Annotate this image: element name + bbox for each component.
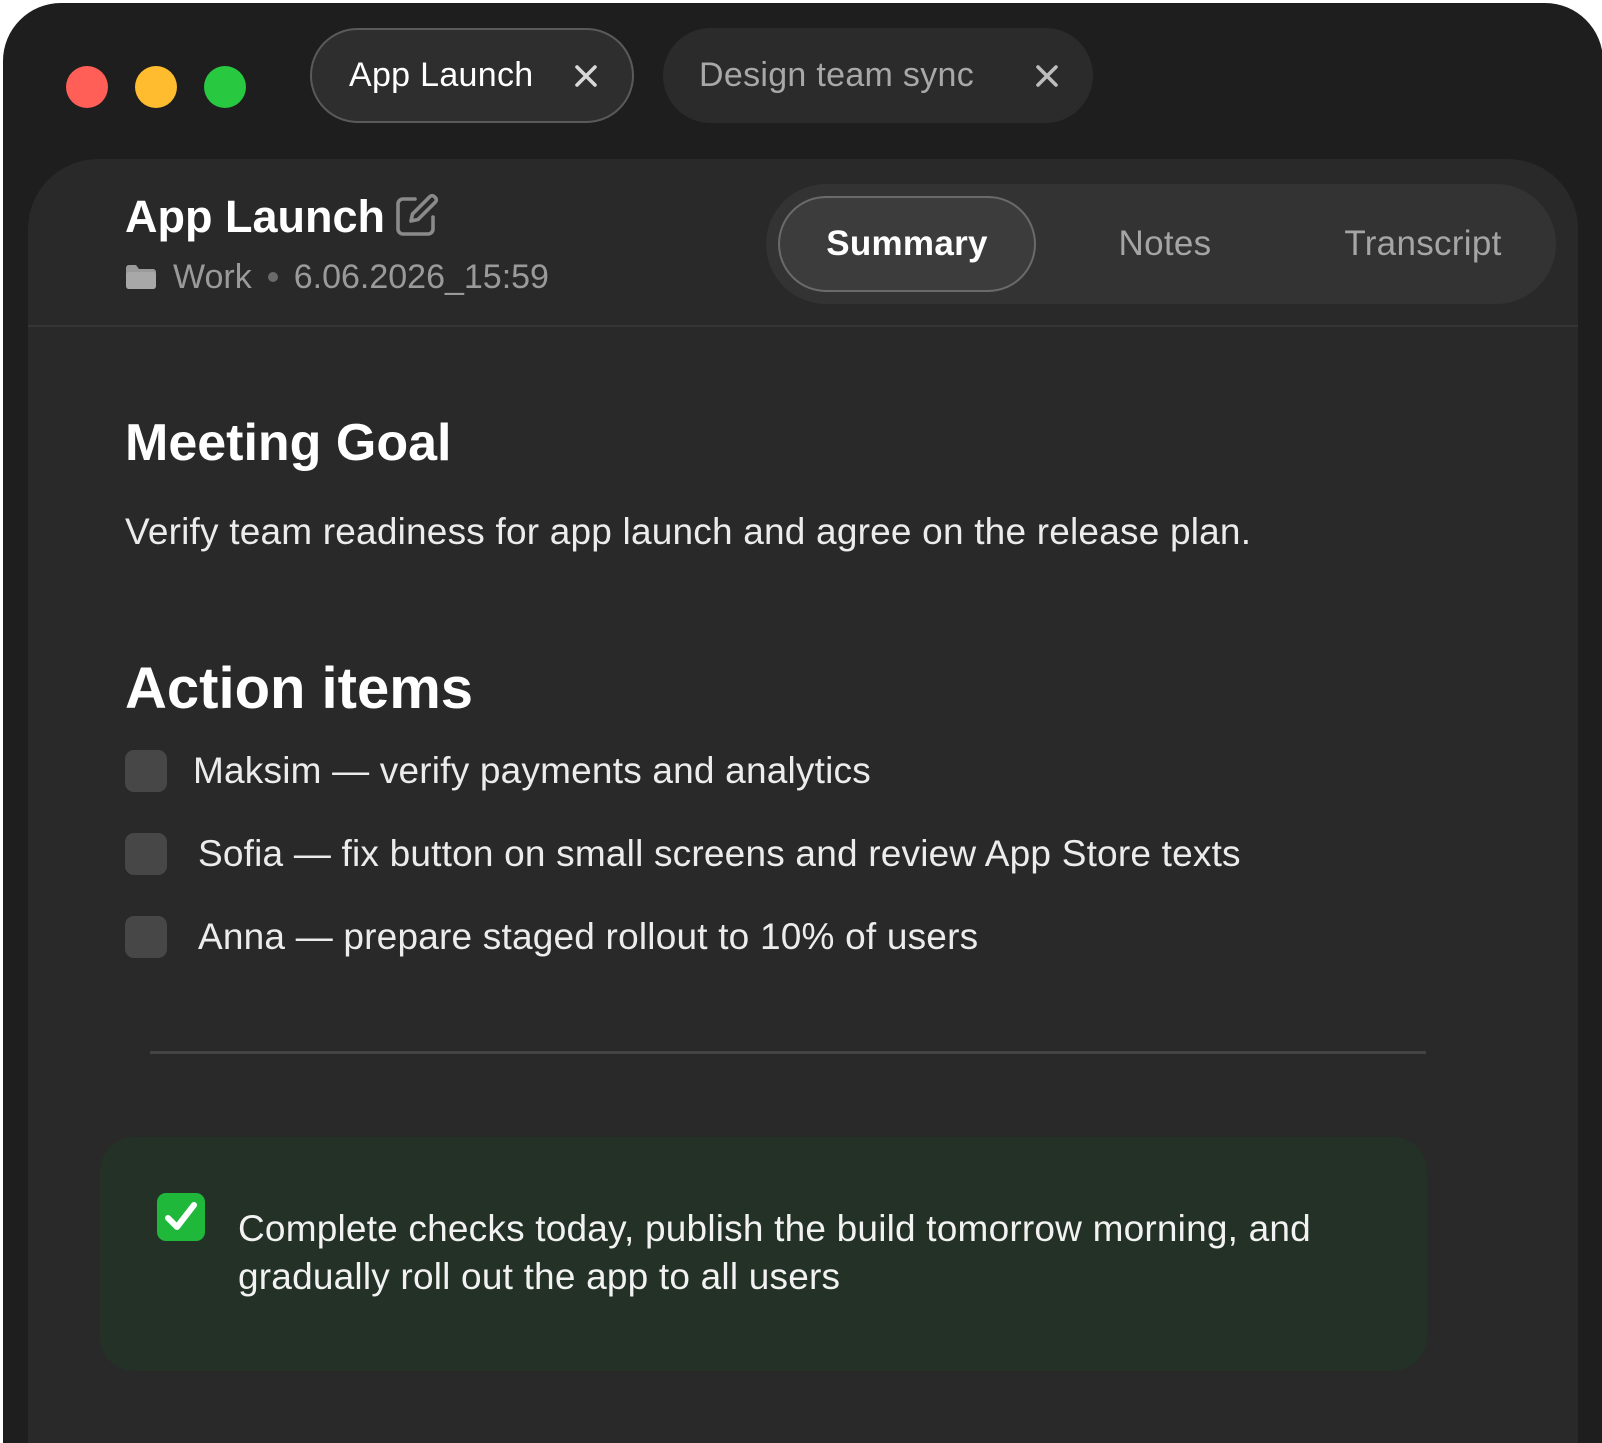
meeting-meta: Work 6.06.2026_15:59 xyxy=(125,255,549,299)
action-item: Sofia — fix button on small screens and … xyxy=(125,831,1241,877)
zoom-window-button[interactable] xyxy=(204,66,246,108)
action-item-label: Anna — prepare staged rollout to 10% of … xyxy=(198,916,979,957)
tab-transcript[interactable]: Transcript xyxy=(1294,196,1552,292)
folder-icon xyxy=(126,265,156,289)
tab-summary[interactable]: Summary xyxy=(778,196,1036,292)
meeting-timestamp: 6.06.2026_15:59 xyxy=(293,257,549,296)
tab-design-team-sync[interactable]: Design team sync xyxy=(663,28,1093,123)
check-mark-icon xyxy=(157,1193,205,1241)
summary-callout: Complete checks today, publish the build… xyxy=(100,1137,1427,1371)
app-window: App Launch Design team sync App Launch W… xyxy=(3,3,1602,1443)
action-item-checkbox[interactable] xyxy=(125,750,167,792)
view-segmented-control: Summary Notes Transcript xyxy=(766,184,1556,304)
close-tab-icon[interactable] xyxy=(572,62,600,90)
action-item-checkbox[interactable] xyxy=(125,833,167,875)
tab-app-launch[interactable]: App Launch xyxy=(310,28,634,123)
action-item-label: Maksim — verify payments and analytics xyxy=(193,750,871,791)
action-item: Anna — prepare staged rollout to 10% of … xyxy=(125,914,978,960)
folder-name: Work xyxy=(173,257,252,296)
action-item-checkbox[interactable] xyxy=(125,916,167,958)
meeting-goal-heading: Meeting Goal xyxy=(125,414,452,472)
meeting-goal-text: Verify team readiness for app launch and… xyxy=(125,511,1252,552)
close-tab-icon[interactable] xyxy=(1033,62,1061,90)
separator-dot xyxy=(267,272,278,282)
tab-notes[interactable]: Notes xyxy=(1036,196,1294,292)
header-divider xyxy=(28,325,1578,327)
edit-icon[interactable] xyxy=(391,191,441,241)
meeting-panel: App Launch Work 6.06.2026_15:59 Summary … xyxy=(28,159,1578,1443)
action-items-heading: Action items xyxy=(125,656,474,721)
section-divider xyxy=(150,1051,1426,1054)
action-item-label: Sofia — fix button on small screens and … xyxy=(198,833,1241,874)
action-item: Maksim — verify payments and analytics xyxy=(125,748,871,794)
callout-text: Complete checks today, publish the build… xyxy=(238,1208,1311,1297)
tab-label: Design team sync xyxy=(699,56,975,94)
minimize-window-button[interactable] xyxy=(135,66,177,108)
tab-label: App Launch xyxy=(349,56,534,94)
page-title: App Launch xyxy=(125,191,385,242)
close-window-button[interactable] xyxy=(66,66,108,108)
